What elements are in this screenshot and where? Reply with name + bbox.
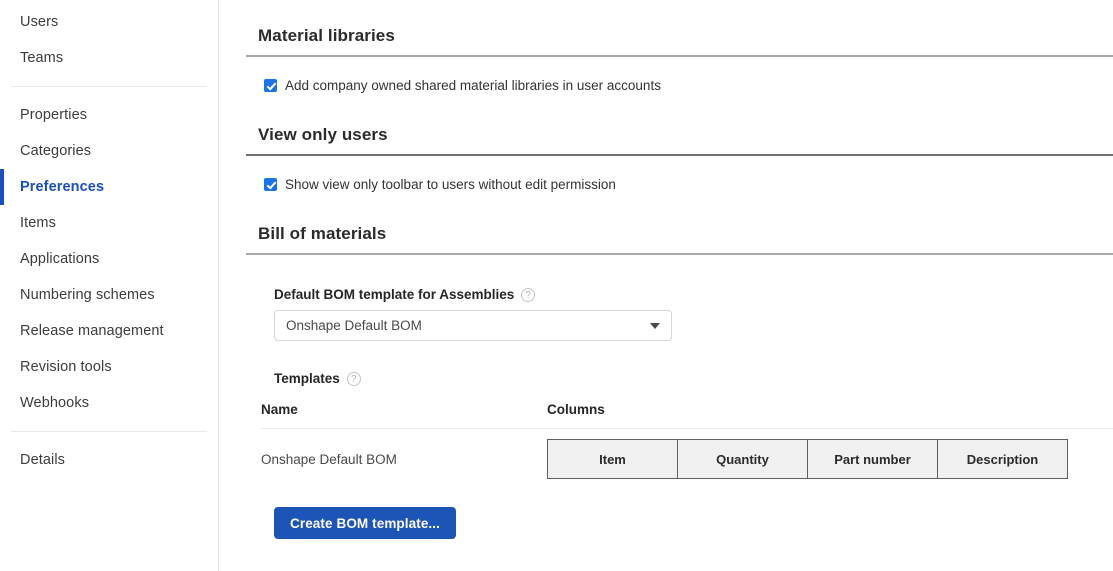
sidebar-item-categories[interactable]: Categories — [0, 133, 218, 169]
sidebar-divider — [11, 431, 207, 432]
templates-label: Templates ? — [274, 371, 1110, 386]
chevron-down-icon — [650, 322, 660, 329]
material-libraries-checkbox-row[interactable]: Add company owned shared material librar… — [246, 78, 1110, 93]
template-columns-group: Item Quantity Part number Description — [547, 439, 1068, 479]
default-bom-template-select[interactable]: Onshape Default BOM — [274, 310, 672, 341]
templates-table-header: Name Columns — [261, 402, 1113, 428]
column-chip-quantity[interactable]: Quantity — [678, 440, 808, 478]
sidebar-item-details[interactable]: Details — [0, 442, 218, 478]
sidebar-group-settings: Properties Categories Preferences Items … — [0, 97, 218, 421]
section-divider — [246, 55, 1113, 57]
sidebar-item-users[interactable]: Users — [0, 4, 218, 40]
sidebar-item-label: Revision tools — [20, 359, 112, 375]
section-material-libraries: Material libraries Add company owned sha… — [246, 26, 1113, 93]
sidebar-item-revision-tools[interactable]: Revision tools — [0, 349, 218, 385]
settings-sidebar: Users Teams Properties Categories Prefer… — [0, 0, 219, 571]
sidebar-item-label: Details — [20, 452, 66, 468]
sidebar-item-applications[interactable]: Applications — [0, 241, 218, 277]
sidebar-item-label: Categories — [20, 143, 92, 159]
sidebar-item-label: Users — [20, 14, 59, 30]
select-value: Onshape Default BOM — [286, 318, 422, 333]
section-bill-of-materials: Bill of materials Default BOM template f… — [246, 224, 1113, 539]
section-divider — [246, 154, 1113, 156]
help-icon[interactable]: ? — [346, 371, 361, 386]
help-icon[interactable]: ? — [521, 287, 536, 302]
sidebar-item-label: Teams — [20, 50, 64, 66]
sidebar-item-label: Numbering schemes — [20, 287, 155, 303]
sidebar-group-accounts: Users Teams — [0, 4, 218, 76]
sidebar-item-label: Webhooks — [20, 395, 90, 411]
column-chip-part-number[interactable]: Part number — [808, 440, 938, 478]
column-chip-description[interactable]: Description — [938, 440, 1067, 478]
checkbox-label: Add company owned shared material librar… — [285, 78, 661, 93]
column-header-name: Name — [261, 402, 298, 417]
sidebar-item-label: Release management — [20, 323, 164, 339]
create-bom-template-button[interactable]: Create BOM template... — [274, 507, 456, 539]
sidebar-item-preferences[interactable]: Preferences — [0, 169, 218, 205]
preferences-page: Users Teams Properties Categories Prefer… — [0, 0, 1113, 571]
sidebar-item-properties[interactable]: Properties — [0, 97, 218, 133]
view-only-users-checkbox-row[interactable]: Show view only toolbar to users without … — [246, 177, 1110, 192]
section-view-only-users: View only users Show view only toolbar t… — [246, 125, 1113, 192]
section-title-bill-of-materials: Bill of materials — [258, 224, 387, 243]
sidebar-item-teams[interactable]: Teams — [0, 40, 218, 76]
sidebar-item-items[interactable]: Items — [0, 205, 218, 241]
default-bom-template-label: Default BOM template for Assemblies ? — [274, 287, 1110, 302]
sidebar-item-label: Items — [20, 215, 56, 231]
preferences-content: Material libraries Add company owned sha… — [219, 0, 1113, 571]
sidebar-divider — [11, 86, 207, 87]
section-title-material-libraries: Material libraries — [258, 26, 395, 45]
table-row[interactable]: Onshape Default BOM Item Quantity Part n… — [261, 429, 1113, 489]
template-name: Onshape Default BOM — [261, 451, 397, 467]
sidebar-item-release-management[interactable]: Release management — [0, 313, 218, 349]
sidebar-item-label: Properties — [20, 107, 88, 123]
checkbox-add-company-material-libraries[interactable] — [264, 79, 277, 92]
sidebar-item-numbering-schemes[interactable]: Numbering schemes — [0, 277, 218, 313]
sidebar-group-details: Details — [0, 442, 218, 478]
checkbox-label: Show view only toolbar to users without … — [285, 177, 616, 192]
sidebar-item-label: Preferences — [20, 179, 105, 195]
field-label-text: Default BOM template for Assemblies — [274, 287, 515, 302]
column-header-columns: Columns — [547, 402, 605, 417]
sidebar-item-webhooks[interactable]: Webhooks — [0, 385, 218, 421]
column-chip-item[interactable]: Item — [548, 440, 678, 478]
section-title-view-only-users: View only users — [258, 125, 388, 144]
sidebar-item-label: Applications — [20, 251, 100, 267]
checkbox-show-view-only-toolbar[interactable] — [264, 178, 277, 191]
field-label-text: Templates — [274, 371, 340, 386]
bom-settings-body: Default BOM template for Assemblies ? On… — [246, 255, 1110, 386]
templates-table: Name Columns Onshape Default BOM Item Qu… — [261, 402, 1113, 489]
